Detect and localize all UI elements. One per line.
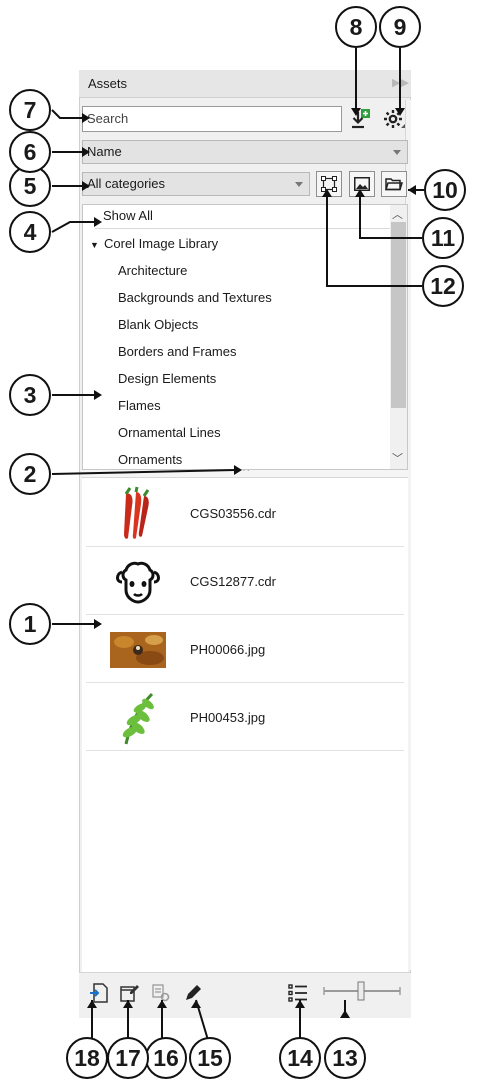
chili-thumbnail [110, 486, 166, 542]
callout-18: 18 [66, 1037, 108, 1079]
file-name: CGS12877.cdr [190, 574, 276, 589]
slider-icon [323, 981, 401, 1001]
callout-17: 17 [107, 1037, 149, 1079]
search-input[interactable]: Search [82, 106, 342, 132]
callout-13: 13 [324, 1037, 366, 1079]
folder-icon [385, 178, 403, 191]
view-mode-button[interactable] [285, 980, 311, 1006]
tree-item-backgrounds[interactable]: Backgrounds and Textures [118, 290, 272, 305]
chevron-down-icon [295, 182, 303, 187]
callout-9: 9 [379, 6, 421, 48]
file-name: PH00453.jpg [190, 710, 266, 725]
callout-16: 16 [145, 1037, 187, 1079]
tree-item-borders[interactable]: Borders and Frames [118, 344, 237, 359]
browse-folder-button[interactable] [381, 171, 407, 197]
callout-7: 7 [9, 89, 51, 131]
import-icon [352, 109, 370, 129]
leaves-photo-thumbnail [110, 622, 166, 678]
edit-document-icon [120, 985, 139, 1002]
callout-11: 11 [422, 217, 464, 259]
add-asset-button[interactable] [86, 980, 112, 1006]
callout-15: 15 [189, 1037, 231, 1079]
callout-3: 3 [9, 374, 51, 416]
image-icon [354, 177, 370, 191]
tree-item-architecture[interactable]: Architecture [118, 263, 187, 278]
tree-item-flames[interactable]: Flames [118, 398, 161, 413]
callout-12: 12 [422, 265, 464, 307]
tree-show-all[interactable]: Show All [103, 208, 153, 223]
import-button[interactable] [348, 106, 374, 132]
scrollbar-thumb[interactable] [391, 222, 406, 408]
panel-titlebar [79, 70, 411, 98]
thumbnail-size-slider[interactable] [322, 980, 402, 1002]
splitter-grip-icon[interactable]: ··· [238, 465, 251, 476]
edit-button[interactable] [180, 980, 206, 1006]
expand-triangle-icon: ▼ [90, 240, 99, 250]
tree-item-design-elements[interactable]: Design Elements [118, 371, 216, 386]
tree-item-ornaments[interactable]: Ornaments [118, 452, 182, 467]
sheep-thumbnail [110, 554, 166, 610]
category-dropdown[interactable]: All categories [82, 172, 310, 196]
callout-1: 1 [9, 603, 51, 645]
callout-4: 4 [9, 211, 51, 253]
callout-8: 8 [335, 6, 377, 48]
category-dropdown-value: All categories [87, 176, 166, 191]
edit-properties-button[interactable] [116, 980, 142, 1006]
callout-10: 10 [424, 169, 466, 211]
callout-14: 14 [279, 1037, 321, 1079]
tree-item-ornamental-lines[interactable]: Ornamental Lines [118, 425, 221, 440]
gear-icon [384, 110, 405, 128]
tree-item-blank-objects[interactable]: Blank Objects [118, 317, 198, 332]
file-row[interactable]: CGS03556.cdr [86, 482, 404, 547]
file-row[interactable]: CGS12877.cdr [86, 550, 404, 615]
file-name: CGS03556.cdr [190, 506, 276, 521]
list-view-icon [288, 984, 307, 1002]
scroll-down-icon[interactable]: ﹀ [392, 450, 403, 466]
fern-photo-thumbnail [110, 690, 166, 746]
panel-title: Assets [88, 76, 128, 91]
file-row[interactable]: PH00066.jpg [86, 618, 404, 683]
callout-2: 2 [9, 453, 51, 495]
add-to-document-icon [90, 983, 108, 1003]
options-button[interactable] [381, 106, 407, 132]
vector-icon [321, 176, 337, 192]
sort-dropdown-value: Name [87, 144, 122, 159]
file-settings-icon [152, 984, 170, 1002]
file-row[interactable]: PH00453.jpg [86, 686, 404, 751]
asset-settings-button[interactable] [148, 980, 174, 1006]
tree-library-label: Corel Image Library [104, 236, 219, 251]
scroll-up-icon[interactable]: ︿ [392, 206, 403, 222]
panel-collapse-icon[interactable]: ▶▶ [392, 76, 409, 89]
pencil-icon [186, 985, 201, 1000]
callout-6: 6 [9, 131, 51, 173]
divider [95, 228, 390, 229]
file-name: PH00066.jpg [190, 642, 266, 657]
bitmap-filter-button[interactable] [349, 171, 375, 197]
chevron-down-icon [393, 150, 401, 155]
tree-library-node[interactable]: ▼ Corel Image Library [90, 236, 218, 251]
vector-filter-button[interactable] [316, 171, 342, 197]
sort-dropdown[interactable]: Name [82, 140, 408, 164]
